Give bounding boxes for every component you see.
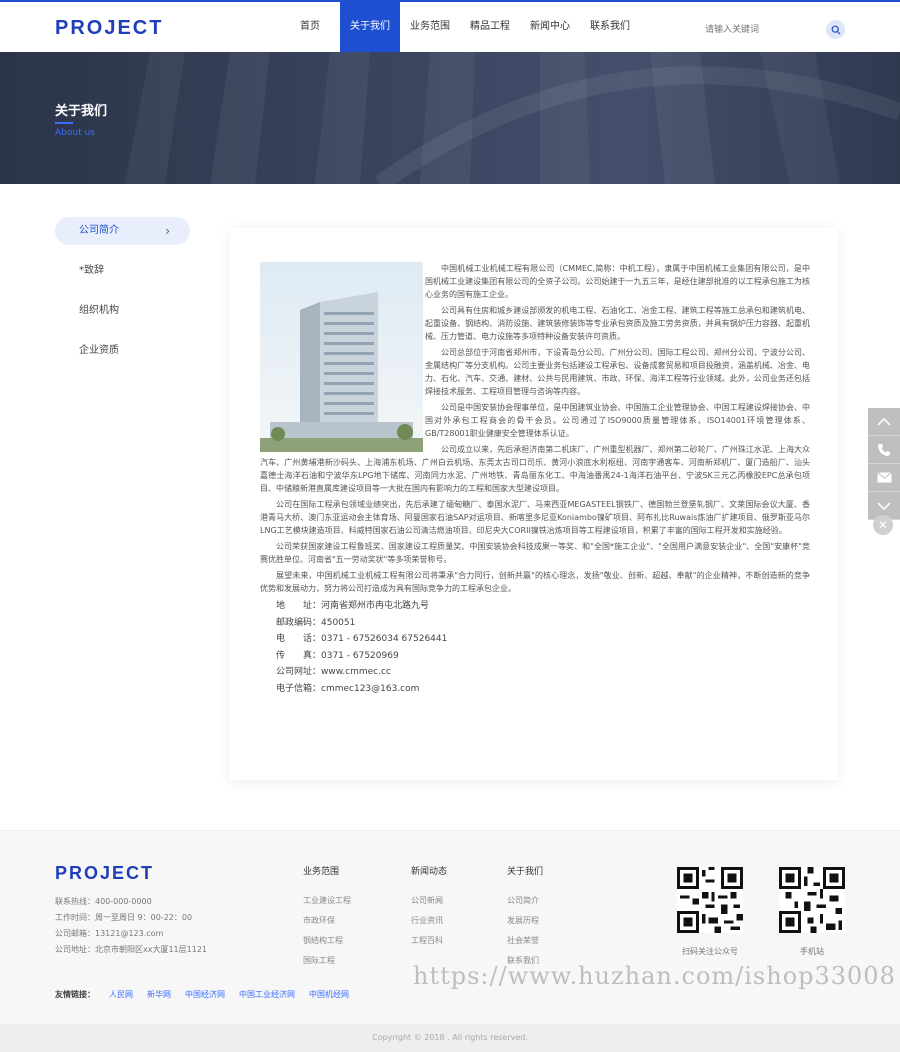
search-input[interactable] — [705, 20, 815, 38]
footer-link[interactable]: 工程百科 — [411, 931, 447, 951]
footer-hours: 工作时间：周一至周日 9：00-22：00 — [55, 913, 193, 922]
sidebar-item-organization[interactable]: 组织机构 — [55, 297, 190, 325]
banner-background-pattern — [125, 52, 900, 184]
friend-link[interactable]: 中国工业经济网 — [239, 989, 295, 1000]
friend-link[interactable]: 中国机经网 — [309, 989, 349, 1000]
footer-logo[interactable]: PROJECT — [55, 863, 154, 884]
banner-title: 关于我们 — [55, 104, 108, 119]
footer-col-business: 业务范围 工业建设工程 市政环保 钢结构工程 国际工程 — [303, 864, 351, 971]
site-footer: PROJECT 联系热线：400-000-0000 工作时间：周一至周日 9：0… — [0, 830, 900, 1024]
message-button[interactable] — [868, 464, 900, 492]
contact-postcode: 邮政编码：450051 — [276, 617, 356, 628]
search-button[interactable] — [826, 20, 845, 39]
mail-icon — [876, 472, 892, 483]
friend-link[interactable]: 人民网 — [109, 989, 133, 1000]
banner-subtitle: About us — [55, 128, 95, 138]
friend-links-label: 友情链接： — [55, 990, 95, 999]
sidebar-item-qualifications[interactable]: 企业资质 — [55, 337, 190, 365]
footer-link[interactable]: 国际工程 — [303, 951, 351, 971]
footer-link[interactable]: 发展历程 — [507, 911, 543, 931]
about-sidebar: 公司简介 › *致辞 组织机构 企业资质 — [55, 217, 190, 377]
page-banner: 关于我们 About us — [0, 52, 900, 184]
qr-label-mobile: 手机站 — [800, 947, 824, 956]
copyright-bar: Copyright © 2018 . All rights reserved. — [0, 1024, 900, 1052]
article-paragraph: 公司荣获国家建设工程鲁班奖、国家建设工程质量奖、中国安装协会科技成果一等奖、和"… — [260, 542, 810, 564]
sidebar-item-label: 公司简介 — [79, 225, 119, 236]
nav-about[interactable]: 关于我们 — [340, 2, 400, 52]
friend-links: 友情链接： 人民网 新华网 中国经济网 中国工业经济网 中国机经网 — [55, 989, 349, 1000]
footer-link[interactable]: 公司简介 — [507, 891, 543, 911]
scroll-up-button[interactable] — [868, 408, 900, 436]
site-logo[interactable]: PROJECT — [55, 17, 163, 40]
footer-email: 公司邮箱：13121@123.com — [55, 929, 164, 938]
friend-link[interactable]: 中国经济网 — [185, 989, 225, 1000]
footer-col-title: 关于我们 — [507, 867, 544, 877]
article-paragraph: 展望未来，中国机械工业机械工程有限公司将秉承"合力同行，创新共赢"的核心理念，发… — [260, 571, 810, 593]
footer-hotline: 联系热线：400-000-0000 — [55, 897, 152, 906]
search-icon — [831, 25, 840, 34]
close-icon[interactable]: ✕ — [873, 515, 893, 535]
qr-code-wechat — [677, 867, 743, 933]
footer-link[interactable]: 行业资讯 — [411, 911, 447, 931]
contact-website: 公司网址：www.cmmec.cc — [276, 667, 391, 677]
nav-projects[interactable]: 精品工程 — [460, 2, 520, 52]
chevron-right-icon: › — [165, 224, 170, 238]
friend-link[interactable]: 新华网 — [147, 989, 171, 1000]
contact-email: 电子信箱：cmmec123@163.com — [276, 683, 420, 694]
building-photo — [260, 262, 423, 452]
contact-phone: 电 话：0371 - 67526034 67526441 — [276, 634, 448, 644]
qr-code-mobile — [779, 867, 845, 933]
nav-contact[interactable]: 联系我们 — [580, 2, 640, 52]
top-header: PROJECT 首页 关于我们 业务范围 精品工程 新闻中心 联系我们 — [0, 0, 900, 52]
footer-link[interactable]: 工业建设工程 — [303, 891, 351, 911]
footer-address: 公司地址：北京市朝阳区xx大厦11层1121 — [55, 945, 208, 954]
nav-home[interactable]: 首页 — [280, 2, 340, 52]
footer-col-title: 业务范围 — [303, 867, 340, 877]
floating-toolbar — [868, 408, 900, 520]
footer-col-news: 新闻动态 公司新闻 行业资讯 工程百科 — [411, 864, 447, 951]
article-body: 中国机械工业机械工程有限公司（CMMEC,简称：中机工程），隶属于中国机械工业集… — [260, 262, 810, 697]
sidebar-item-company-profile[interactable]: 公司简介 › — [55, 217, 190, 245]
nav-business[interactable]: 业务范围 — [400, 2, 460, 52]
watermark-text: https://www.huzhan.com/ishop33008 — [413, 962, 896, 990]
contact-address: 地 址：河南省郑州市冉屯北路九号 — [276, 601, 430, 611]
footer-contact-info: 联系热线：400-000-0000 工作时间：周一至周日 9：00-22：00 … — [55, 894, 207, 958]
chevron-up-icon — [877, 417, 891, 426]
banner-underline — [55, 122, 73, 124]
qr-label-wechat: 扫码关注公众号 — [682, 947, 738, 956]
footer-col-about: 关于我们 公司简介 发展历程 社会荣誉 联系我们 — [507, 864, 543, 971]
phone-button[interactable] — [868, 436, 900, 464]
sidebar-item-speech[interactable]: *致辞 — [55, 257, 190, 285]
contact-fax: 传 真：0371 - 67520969 — [276, 650, 399, 661]
nav-news[interactable]: 新闻中心 — [520, 2, 580, 52]
contact-info: 地 址：河南省郑州市冉屯北路九号 邮政编码：450051 电 话：0371 - … — [260, 598, 810, 697]
footer-link[interactable]: 公司新闻 — [411, 891, 447, 911]
article-paragraph: 公司在国际工程承包领域业绩突出，先后承建了缅甸糖厂、泰国水泥厂、马来西亚MEGA… — [260, 500, 810, 535]
chevron-down-icon — [877, 501, 891, 510]
main-nav: 首页 关于我们 业务范围 精品工程 新闻中心 联系我们 — [280, 2, 640, 52]
footer-link[interactable]: 社会荣誉 — [507, 931, 543, 951]
phone-icon — [878, 443, 890, 456]
footer-link[interactable]: 钢结构工程 — [303, 931, 351, 951]
content-card: 中国机械工业机械工程有限公司（CMMEC,简称：中机工程），隶属于中国机械工业集… — [230, 228, 838, 780]
footer-link[interactable]: 市政环保 — [303, 911, 351, 931]
footer-col-title: 新闻动态 — [411, 867, 448, 877]
